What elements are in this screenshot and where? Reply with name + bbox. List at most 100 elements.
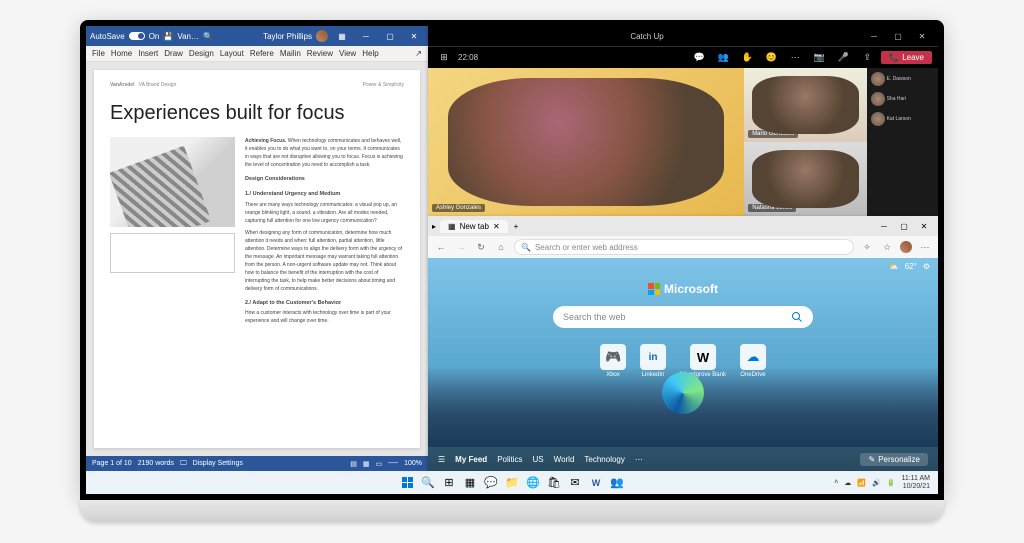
search-box[interactable]: Search the web (553, 306, 813, 328)
tile-linkedin[interactable]: inLinkedIn (640, 344, 666, 378)
document-canvas[interactable]: VanArsdel VA Brand Design Power & Simpli… (86, 62, 428, 456)
new-tab-icon[interactable]: + (508, 222, 525, 231)
camera-icon[interactable]: 📷 (809, 50, 829, 66)
video-tile[interactable]: Mario Gonzales (744, 68, 866, 142)
feed-menu-icon[interactable]: ☰ (438, 455, 445, 464)
ribbon-help[interactable]: Help (362, 49, 378, 58)
browser-tab[interactable]: ▦ New tab ✕ (440, 220, 508, 233)
video-main[interactable]: Ashley Gonzales (428, 68, 744, 216)
ribbon-review[interactable]: Review (307, 49, 333, 58)
widgets-icon[interactable]: ▦ (461, 474, 479, 492)
leave-button[interactable]: 📞 Leave (881, 51, 932, 64)
ribbon-references[interactable]: Refere (250, 49, 274, 58)
doc-name[interactable]: Van… (177, 32, 199, 41)
page-count[interactable]: Page 1 of 10 (92, 460, 132, 467)
volume-icon[interactable]: 🔊 (872, 479, 881, 487)
weather-temp[interactable]: 62° (905, 262, 917, 271)
tile-onedrive[interactable]: ☁OneDrive (740, 344, 766, 378)
teams-titlebar: Catch Up ─ ▢ ✕ (428, 26, 938, 46)
laptop-base (80, 500, 944, 522)
weather-icon[interactable]: ⛅ (889, 262, 899, 271)
feed-tab[interactable]: US (533, 455, 544, 464)
maximize-icon[interactable]: ▢ (888, 26, 908, 46)
forward-icon[interactable]: → (454, 242, 468, 252)
chat-icon[interactable]: 💬 (689, 50, 709, 66)
mail-icon[interactable]: ✉ (566, 474, 584, 492)
battery-icon[interactable]: 🔋 (887, 479, 896, 487)
feed-tab[interactable]: My Feed (455, 455, 487, 464)
close-icon[interactable]: ✕ (404, 26, 424, 46)
close-icon[interactable]: ✕ (914, 216, 934, 236)
ribbon-design[interactable]: Design (189, 49, 214, 58)
teams-window: Catch Up ─ ▢ ✕ ⊞ 22:08 💬 👥 ✋ 😊 ⋯ 📷 🎤 ⇪ 📞… (428, 26, 938, 216)
view-web-icon[interactable]: ▭ (376, 460, 383, 468)
minimize-icon[interactable]: ─ (356, 26, 376, 46)
home-icon[interactable]: ⌂ (494, 242, 508, 252)
mic-icon[interactable]: 🎤 (833, 50, 853, 66)
tile-xbox[interactable]: 🎮Xbox (600, 344, 626, 378)
close-icon[interactable]: ✕ (912, 26, 932, 46)
raise-hand-icon[interactable]: ✋ (737, 50, 757, 66)
view-print-icon[interactable]: ▤ (350, 460, 357, 468)
tab-actions-icon[interactable]: ▸ (432, 222, 436, 231)
collections-icon[interactable]: ✧ (860, 242, 874, 253)
minimize-icon[interactable]: ─ (864, 26, 884, 46)
search-icon[interactable]: 🔍 (419, 474, 437, 492)
maximize-icon[interactable]: ▢ (380, 26, 400, 46)
ribbon-draw[interactable]: Draw (164, 49, 183, 58)
ribbon-view[interactable]: View (339, 49, 356, 58)
roster-item[interactable]: Kat Larson (869, 110, 936, 128)
start-button[interactable] (398, 474, 416, 492)
word-count[interactable]: 2190 words (138, 460, 174, 467)
task-view-icon[interactable]: ⊞ (440, 474, 458, 492)
wifi-icon[interactable]: 📶 (857, 479, 866, 487)
address-bar[interactable]: 🔍 Search or enter web address (514, 239, 854, 255)
ribbon-options-icon[interactable]: ▦ (332, 26, 352, 46)
ribbon-home[interactable]: Home (111, 49, 132, 58)
share-icon[interactable]: ↗ (415, 49, 422, 58)
favorites-icon[interactable]: ☆ (880, 242, 894, 253)
video-tile[interactable]: Natasha Jones (744, 142, 866, 216)
refresh-icon[interactable]: ↻ (474, 242, 488, 253)
back-icon[interactable]: ← (434, 242, 448, 252)
edge-window: ▸ ▦ New tab ✕ + ─ ▢ ✕ ← → ↻ ⌂ 🔍 Search o… (428, 216, 938, 471)
reactions-icon[interactable]: 😊 (761, 50, 781, 66)
share-icon[interactable]: ⇪ (857, 50, 877, 66)
more-icon[interactable]: ⋯ (785, 50, 805, 66)
autosave-toggle[interactable] (129, 32, 145, 40)
feed-tab[interactable]: World (554, 455, 575, 464)
ribbon-insert[interactable]: Insert (138, 49, 158, 58)
ribbon-mailings[interactable]: Mailin (280, 49, 301, 58)
zoom-level[interactable]: 100% (404, 460, 422, 467)
profile-icon[interactable] (900, 241, 912, 253)
avatar[interactable] (316, 30, 328, 42)
maximize-icon[interactable]: ▢ (894, 216, 914, 236)
roster-item[interactable]: E. Dawson (869, 70, 936, 88)
close-tab-icon[interactable]: ✕ (493, 222, 500, 231)
ribbon-layout[interactable]: Layout (220, 49, 244, 58)
display-settings[interactable]: Display Settings (193, 460, 243, 467)
view-read-icon[interactable]: ▦ (363, 460, 370, 468)
chat-icon[interactable]: 💬 (482, 474, 500, 492)
minimize-icon[interactable]: ─ (874, 216, 894, 236)
explorer-icon[interactable]: 📁 (503, 474, 521, 492)
teams-icon[interactable]: 👥 (608, 474, 626, 492)
call-timer: 22:08 (458, 53, 478, 62)
user-name[interactable]: Taylor Phillips (263, 32, 312, 41)
tray-chevron-icon[interactable]: ˄ (834, 479, 838, 486)
personalize-button[interactable]: ✎ Personalize (860, 453, 928, 466)
store-icon[interactable]: 🛍 (545, 474, 563, 492)
onedrive-tray-icon[interactable]: ☁ (844, 479, 851, 487)
people-icon[interactable]: 👥 (713, 50, 733, 66)
menu-icon[interactable]: ⋯ (918, 242, 932, 253)
feed-tab[interactable]: Technology (584, 455, 624, 464)
edge-icon[interactable]: 🌐 (524, 474, 542, 492)
layout-icon[interactable]: ⊞ (434, 50, 454, 66)
word-icon[interactable]: W (587, 474, 605, 492)
feed-tab[interactable]: Politics (497, 455, 522, 464)
ribbon-file[interactable]: File (92, 49, 105, 58)
settings-icon[interactable]: ⚙ (923, 262, 930, 271)
image-placeholder (110, 233, 235, 273)
clock[interactable]: 11:11 AM 10/20/21 (901, 475, 930, 490)
roster-item[interactable]: Sha Hari (869, 90, 936, 108)
